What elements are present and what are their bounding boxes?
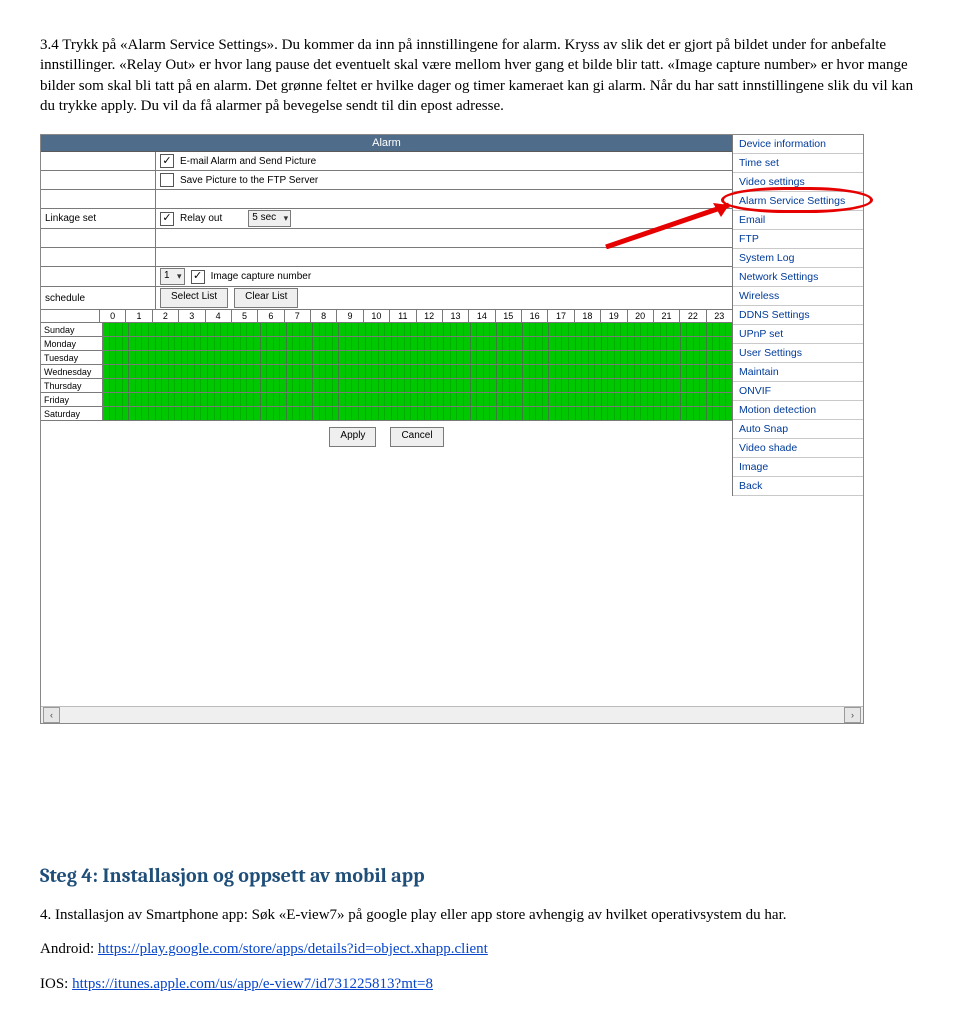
- android-link[interactable]: https://play.google.com/store/apps/detai…: [98, 941, 488, 957]
- hour-header: 17: [548, 310, 574, 322]
- hour-header: 9: [337, 310, 363, 322]
- sidebar-item[interactable]: ONVIF: [733, 382, 863, 401]
- hour-header: 22: [680, 310, 706, 322]
- horizontal-scrollbar[interactable]: ‹ ›: [41, 706, 863, 723]
- day-label: Saturday: [41, 407, 103, 420]
- schedule-label: schedule: [41, 287, 156, 309]
- section-number: 3.4: [40, 37, 59, 53]
- panel-title: Alarm: [41, 135, 732, 152]
- checkbox-image-capture[interactable]: [191, 270, 205, 284]
- checkbox-email-alarm[interactable]: [160, 154, 174, 168]
- sidebar-item[interactable]: FTP: [733, 230, 863, 249]
- hour-header: 0: [100, 310, 126, 322]
- alarm-settings-screenshot: Alarm E-mail Alarm and Send Picture Save…: [40, 134, 864, 724]
- schedule-row[interactable]: Wednesday: [41, 365, 732, 379]
- select-relay-seconds[interactable]: 5 sec: [248, 210, 291, 227]
- day-label: Thursday: [41, 379, 103, 392]
- intro-paragraph: 3.4 Trykk på «Alarm Service Settings». D…: [40, 35, 920, 116]
- hour-header: 13: [443, 310, 469, 322]
- sidebar-item[interactable]: Time set: [733, 154, 863, 173]
- sidebar-item[interactable]: Auto Snap: [733, 420, 863, 439]
- hour-header: 12: [417, 310, 443, 322]
- sidebar-item[interactable]: Network Settings: [733, 268, 863, 287]
- sidebar-item[interactable]: Device information: [733, 135, 863, 154]
- hour-header: 5: [232, 310, 258, 322]
- hour-header: 21: [654, 310, 680, 322]
- schedule-row[interactable]: Thursday: [41, 379, 732, 393]
- hour-header: 4: [206, 310, 232, 322]
- schedule-row[interactable]: Monday: [41, 337, 732, 351]
- install-paragraph: 4. Installasjon av Smartphone app: Søk «…: [40, 905, 920, 925]
- day-label: Tuesday: [41, 351, 103, 364]
- hour-header: 20: [628, 310, 654, 322]
- cancel-button[interactable]: Cancel: [390, 427, 443, 447]
- day-label: Monday: [41, 337, 103, 350]
- sidebar-item[interactable]: Video settings: [733, 173, 863, 192]
- hour-header: 18: [575, 310, 601, 322]
- label-relay-out: Relay out: [180, 213, 222, 224]
- select-image-capture-number[interactable]: 1: [160, 268, 185, 285]
- ios-link[interactable]: https://itunes.apple.com/us/app/e-view7/…: [72, 976, 433, 992]
- hour-header: 2: [153, 310, 179, 322]
- settings-sidebar: Device informationTime setVideo settings…: [733, 135, 863, 496]
- hour-header: 14: [469, 310, 495, 322]
- hour-header: 7: [285, 310, 311, 322]
- sidebar-item[interactable]: Video shade: [733, 439, 863, 458]
- checkbox-ftp[interactable]: [160, 173, 174, 187]
- sidebar-item[interactable]: Maintain: [733, 363, 863, 382]
- apply-button[interactable]: Apply: [329, 427, 376, 447]
- schedule-grid[interactable]: 01234567891011121314151617181920212223 S…: [41, 310, 732, 421]
- android-label: Android:: [40, 941, 98, 957]
- day-label: Friday: [41, 393, 103, 406]
- sidebar-item[interactable]: Image: [733, 458, 863, 477]
- sidebar-item[interactable]: UPnP set: [733, 325, 863, 344]
- schedule-row[interactable]: Saturday: [41, 407, 732, 420]
- schedule-row[interactable]: Sunday: [41, 323, 732, 337]
- checkbox-relay-out[interactable]: [160, 212, 174, 226]
- linkage-set-label: Linkage set: [41, 209, 156, 228]
- hour-header: 11: [390, 310, 416, 322]
- label-email-alarm: E-mail Alarm and Send Picture: [180, 156, 316, 167]
- label-ftp: Save Picture to the FTP Server: [180, 175, 318, 186]
- hour-header: 8: [311, 310, 337, 322]
- schedule-row[interactable]: Friday: [41, 393, 732, 407]
- sidebar-item[interactable]: Back: [733, 477, 863, 496]
- sidebar-item[interactable]: DDNS Settings: [733, 306, 863, 325]
- hour-header: 6: [258, 310, 284, 322]
- android-line: Android: https://play.google.com/store/a…: [40, 939, 920, 959]
- sidebar-item[interactable]: Alarm Service Settings: [733, 192, 863, 211]
- select-list-button[interactable]: Select List: [160, 288, 228, 308]
- sidebar-item[interactable]: User Settings: [733, 344, 863, 363]
- day-label: Sunday: [41, 323, 103, 336]
- sidebar-item[interactable]: Motion detection: [733, 401, 863, 420]
- ios-label: IOS:: [40, 976, 72, 992]
- sidebar-item[interactable]: Email: [733, 211, 863, 230]
- hour-header: 15: [496, 310, 522, 322]
- sidebar-item[interactable]: System Log: [733, 249, 863, 268]
- clear-list-button[interactable]: Clear List: [234, 288, 298, 308]
- intro-text: Trykk på «Alarm Service Settings». Du ko…: [40, 37, 913, 114]
- hour-header: 3: [179, 310, 205, 322]
- schedule-row[interactable]: Tuesday: [41, 351, 732, 365]
- ios-line: IOS: https://itunes.apple.com/us/app/e-v…: [40, 974, 920, 994]
- step4-heading: Steg 4: Installasjon og oppsett av mobil…: [40, 864, 920, 887]
- hour-header: 16: [522, 310, 548, 322]
- hour-header: 19: [601, 310, 627, 322]
- day-label: Wednesday: [41, 365, 103, 378]
- hour-header: 23: [707, 310, 732, 322]
- hour-header: 1: [126, 310, 152, 322]
- scroll-left-icon[interactable]: ‹: [43, 707, 60, 723]
- hour-header: 10: [364, 310, 390, 322]
- label-image-capture: Image capture number: [211, 271, 312, 282]
- main-panel: Alarm E-mail Alarm and Send Picture Save…: [41, 135, 733, 496]
- sidebar-item[interactable]: Wireless: [733, 287, 863, 306]
- scroll-right-icon[interactable]: ›: [844, 707, 861, 723]
